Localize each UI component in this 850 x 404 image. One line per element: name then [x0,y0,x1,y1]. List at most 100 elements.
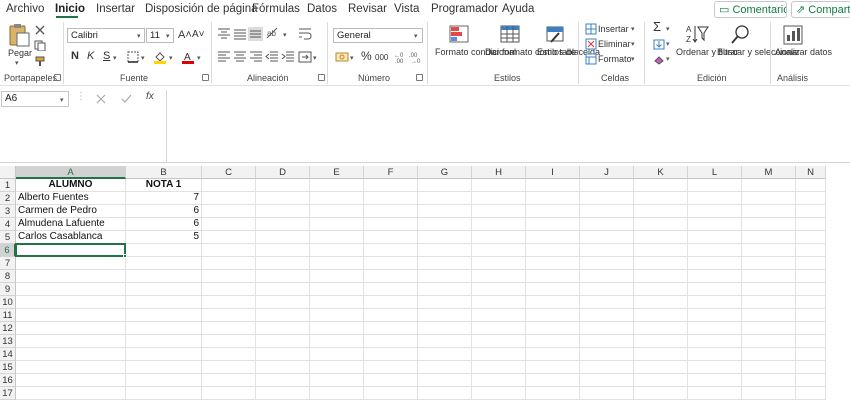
cell-e9[interactable] [310,283,364,296]
cell-d17[interactable] [256,387,310,400]
cell-c16[interactable] [202,374,256,387]
cell-k15[interactable] [634,361,688,374]
cell-c14[interactable] [202,348,256,361]
cell-g12[interactable] [418,322,472,335]
cell-i17[interactable] [526,387,580,400]
cell-h5[interactable] [472,231,526,244]
clipboard-launcher-icon[interactable] [54,74,61,81]
cell-b1[interactable]: NOTA 1 [126,179,202,192]
cell-m15[interactable] [742,361,796,374]
column-header-g[interactable]: G [418,166,472,179]
cell-d5[interactable] [256,231,310,244]
percent-button[interactable]: % [361,50,372,62]
cell-c5[interactable] [202,231,256,244]
underline-dropdown-icon[interactable]: ▾ [113,54,117,62]
cell-d7[interactable] [256,257,310,270]
cell-b12[interactable] [126,322,202,335]
cell-d6[interactable] [256,244,310,257]
cell-n11[interactable] [796,309,826,322]
cell-styles-icon[interactable] [545,24,565,46]
name-box-dropdown-icon[interactable]: ▾ [60,96,64,104]
formula-input[interactable] [166,90,850,162]
name-box[interactable]: A6 [1,91,69,107]
delete-cells-icon[interactable] [585,38,597,50]
delete-cells-button[interactable]: Eliminar [598,39,631,49]
cell-c8[interactable] [202,270,256,283]
cell-k11[interactable] [634,309,688,322]
column-header-n[interactable]: N [796,166,826,179]
column-header-f[interactable]: F [364,166,418,179]
cell-f16[interactable] [364,374,418,387]
fill-color-dropdown-icon[interactable]: ▾ [169,54,173,62]
cell-n4[interactable] [796,218,826,231]
cell-c2[interactable] [202,192,256,205]
cell-c17[interactable] [202,387,256,400]
cell-a17[interactable] [16,387,126,400]
cell-g6[interactable] [418,244,472,257]
column-header-k[interactable]: K [634,166,688,179]
cell-m3[interactable] [742,205,796,218]
cell-f3[interactable] [364,205,418,218]
font-name-select[interactable]: Calibri [67,28,145,43]
row-header-9[interactable]: 9 [0,283,16,296]
cell-a11[interactable] [16,309,126,322]
cell-n17[interactable] [796,387,826,400]
font-color-dropdown-icon[interactable]: ▾ [197,54,201,62]
cell-b10[interactable] [126,296,202,309]
cell-g7[interactable] [418,257,472,270]
row-header-13[interactable]: 13 [0,335,16,348]
align-top-icon[interactable] [217,28,231,40]
cell-l1[interactable] [688,179,742,192]
analyze-data-button[interactable]: Analizar datos [775,47,832,57]
grow-font-icon[interactable]: A˄ [178,30,192,41]
cell-m13[interactable] [742,335,796,348]
cell-k8[interactable] [634,270,688,283]
cell-c4[interactable] [202,218,256,231]
cell-k7[interactable] [634,257,688,270]
cell-f7[interactable] [364,257,418,270]
cell-m11[interactable] [742,309,796,322]
cell-styles-button[interactable]: Estilos de celda [537,47,600,57]
cell-h3[interactable] [472,205,526,218]
cell-l3[interactable] [688,205,742,218]
cell-b2[interactable]: 7 [126,192,202,205]
cell-i3[interactable] [526,205,580,218]
conditional-format-button[interactable]: Formato condicional [435,47,516,57]
cell-k5[interactable] [634,231,688,244]
row-header-6[interactable]: 6 [0,244,16,257]
share-button[interactable]: ⇗ Compartir [791,1,850,18]
cell-d8[interactable] [256,270,310,283]
insert-dropdown-icon[interactable]: ▾ [631,25,635,33]
worksheet-grid[interactable]: A B C D E F G H I J K L M N 1 ALUMNO NOTA 1 2 Alberto Fuen… [0,166,850,404]
cell-b15[interactable] [126,361,202,374]
tab-datos[interactable]: Datos [307,3,337,15]
fill-dropdown-icon[interactable]: ▾ [666,40,670,48]
cell-b14[interactable] [126,348,202,361]
cell-i11[interactable] [526,309,580,322]
cell-i14[interactable] [526,348,580,361]
insert-function-icon[interactable]: fx [146,92,154,102]
increase-decimal-icon[interactable]: ←0.00 [394,50,408,64]
cell-i1[interactable] [526,179,580,192]
tab-formulas[interactable]: Fórmulas [252,3,300,15]
cell-d2[interactable] [256,192,310,205]
font-size-dropdown-icon[interactable]: ▾ [166,32,170,40]
cell-f8[interactable] [364,270,418,283]
cell-k12[interactable] [634,322,688,335]
cell-f17[interactable] [364,387,418,400]
cell-h4[interactable] [472,218,526,231]
cell-m2[interactable] [742,192,796,205]
cell-n13[interactable] [796,335,826,348]
cell-h14[interactable] [472,348,526,361]
cell-i13[interactable] [526,335,580,348]
format-cells-icon[interactable] [585,53,597,65]
cell-a4[interactable]: Almudena Lafuente [16,218,126,231]
cell-n14[interactable] [796,348,826,361]
cell-l16[interactable] [688,374,742,387]
cell-j1[interactable] [580,179,634,192]
cell-g15[interactable] [418,361,472,374]
cell-n10[interactable] [796,296,826,309]
cell-m4[interactable] [742,218,796,231]
cell-g3[interactable] [418,205,472,218]
cell-m9[interactable] [742,283,796,296]
